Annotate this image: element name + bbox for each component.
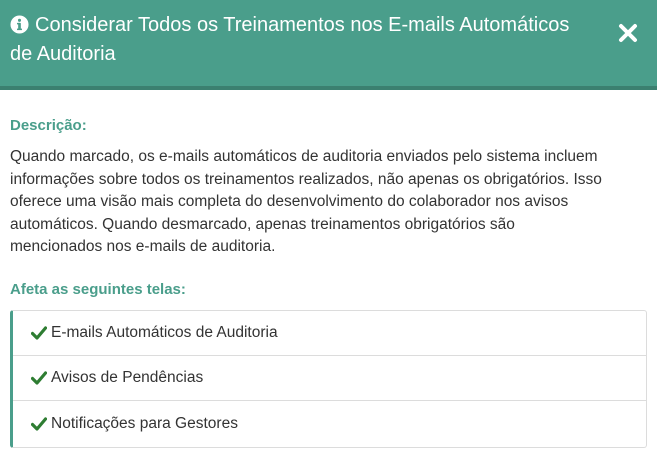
check-icon — [31, 417, 47, 431]
modal-header: Considerar Todos os Treinamentos nos E-m… — [0, 0, 657, 90]
info-circle-icon — [10, 15, 29, 34]
affected-screens-list: E-mails Automáticos de Auditoria Avisos … — [10, 310, 647, 448]
list-item-label: Avisos de Pendências — [51, 369, 204, 386]
description-text: Quando marcado, os e-mails automáticos d… — [10, 148, 602, 255]
list-item-label: Notificações para Gestores — [51, 415, 238, 432]
list-item: E-mails Automáticos de Auditoria — [13, 311, 646, 356]
modal-title-text: Considerar Todos os Treinamentos nos E-m… — [10, 14, 570, 65]
close-button[interactable] — [617, 22, 639, 44]
settings-help-modal: Considerar Todos os Treinamentos nos E-m… — [0, 0, 657, 465]
description-label: Descrição: — [10, 117, 87, 134]
check-icon — [31, 326, 47, 340]
modal-title: Considerar Todos os Treinamentos nos E-m… — [10, 11, 570, 69]
check-icon — [31, 371, 47, 385]
list-item: Notificações para Gestores — [13, 401, 646, 447]
affected-screens-label: Afeta as seguintes telas: — [10, 281, 186, 298]
list-item: Avisos de Pendências — [13, 356, 646, 401]
close-x-icon — [619, 24, 637, 42]
list-item-label: E-mails Automáticos de Auditoria — [51, 324, 278, 341]
